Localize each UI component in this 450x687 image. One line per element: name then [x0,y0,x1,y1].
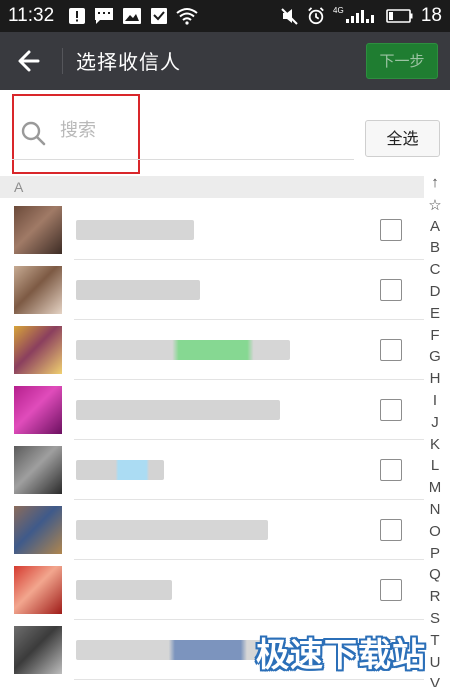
index-letter[interactable]: K [424,436,446,453]
section-header: A [0,176,424,198]
contact-row[interactable] [0,560,424,620]
avatar [14,446,62,494]
title-bar: 选择收信人 下一步 [0,32,450,90]
search-input[interactable] [60,120,130,141]
search-underline [12,159,354,160]
signal-icon [346,10,374,23]
index-letter[interactable]: I [424,392,446,409]
contact-name-blurred [76,220,194,240]
index-letter[interactable]: E [424,305,446,322]
select-all-button[interactable]: 全选 [365,120,440,157]
contact-row[interactable] [0,500,424,560]
contact-row[interactable] [0,200,424,260]
section-letter: A [14,179,24,195]
alphabet-index-bar[interactable]: ↑ ☆ A B C D E F G H I J K L M N O P Q R S T U V [424,172,450,687]
contact-checkbox[interactable] [380,219,402,241]
contact-name-blurred [76,520,268,540]
contact-row[interactable] [0,440,424,500]
contact-row[interactable] [0,380,424,440]
contact-row[interactable] [0,260,424,320]
index-letter[interactable]: ☆ [424,196,446,214]
index-letter[interactable]: O [424,523,446,540]
row-divider [74,679,424,680]
contact-name-blurred [76,400,280,420]
index-letter[interactable]: J [424,414,446,431]
index-letter[interactable]: M [424,479,446,496]
index-letter[interactable]: B [424,239,446,256]
page-title: 选择收信人 [76,50,181,74]
wifi-icon [176,8,198,25]
index-letter[interactable]: F [424,327,446,344]
inbox-icon [151,8,167,24]
contact-name-blurred [76,340,290,360]
contact-checkbox[interactable] [380,279,402,301]
contact-checkbox[interactable] [380,399,402,421]
index-letter[interactable]: A [424,218,446,235]
index-letter[interactable]: G [424,348,446,365]
mute-icon [281,8,298,25]
contact-list [0,200,424,680]
index-letter[interactable]: N [424,501,446,518]
status-time: 11:32 [8,5,55,26]
avatar [14,206,62,254]
contact-checkbox[interactable] [380,519,402,541]
index-letter[interactable]: S [424,610,446,627]
next-step-button[interactable]: 下一步 [366,43,438,79]
search-icon [21,121,46,146]
title-divider [62,48,63,74]
contact-name-blurred [76,580,172,600]
status-bar: 11:32 4G 18 [0,0,450,32]
avatar [14,506,62,554]
index-letter[interactable]: U [424,654,446,671]
index-letter[interactable]: ↑ [424,174,446,191]
back-arrow-icon[interactable] [10,44,50,78]
index-letter[interactable]: C [424,261,446,278]
contact-checkbox[interactable] [380,339,402,361]
contact-name-blurred [76,640,282,660]
battery-icon [386,9,413,23]
index-letter[interactable]: Q [424,566,446,583]
contact-name-blurred [76,460,164,480]
index-letter[interactable]: L [424,457,446,474]
index-letter[interactable]: P [424,545,446,562]
contact-name-blurred [76,280,200,300]
battery-level: 18 [420,5,442,26]
search-area: 全选 [0,90,450,174]
index-letter[interactable]: D [424,283,446,300]
index-letter[interactable]: R [424,588,446,605]
index-letter[interactable]: T [424,632,446,649]
message-icon [95,8,113,24]
index-letter[interactable]: H [424,370,446,387]
avatar [14,326,62,374]
warning-icon [69,8,85,24]
alarm-icon [308,7,324,25]
contact-row[interactable] [0,320,424,380]
avatar [14,266,62,314]
avatar [14,386,62,434]
avatar [14,566,62,614]
index-letter[interactable]: V [424,675,446,687]
image-icon [123,8,141,24]
watermark-text: 极速下载站 [256,635,426,674]
contact-checkbox[interactable] [380,459,402,481]
avatar [14,626,62,674]
contact-checkbox[interactable] [380,579,402,601]
